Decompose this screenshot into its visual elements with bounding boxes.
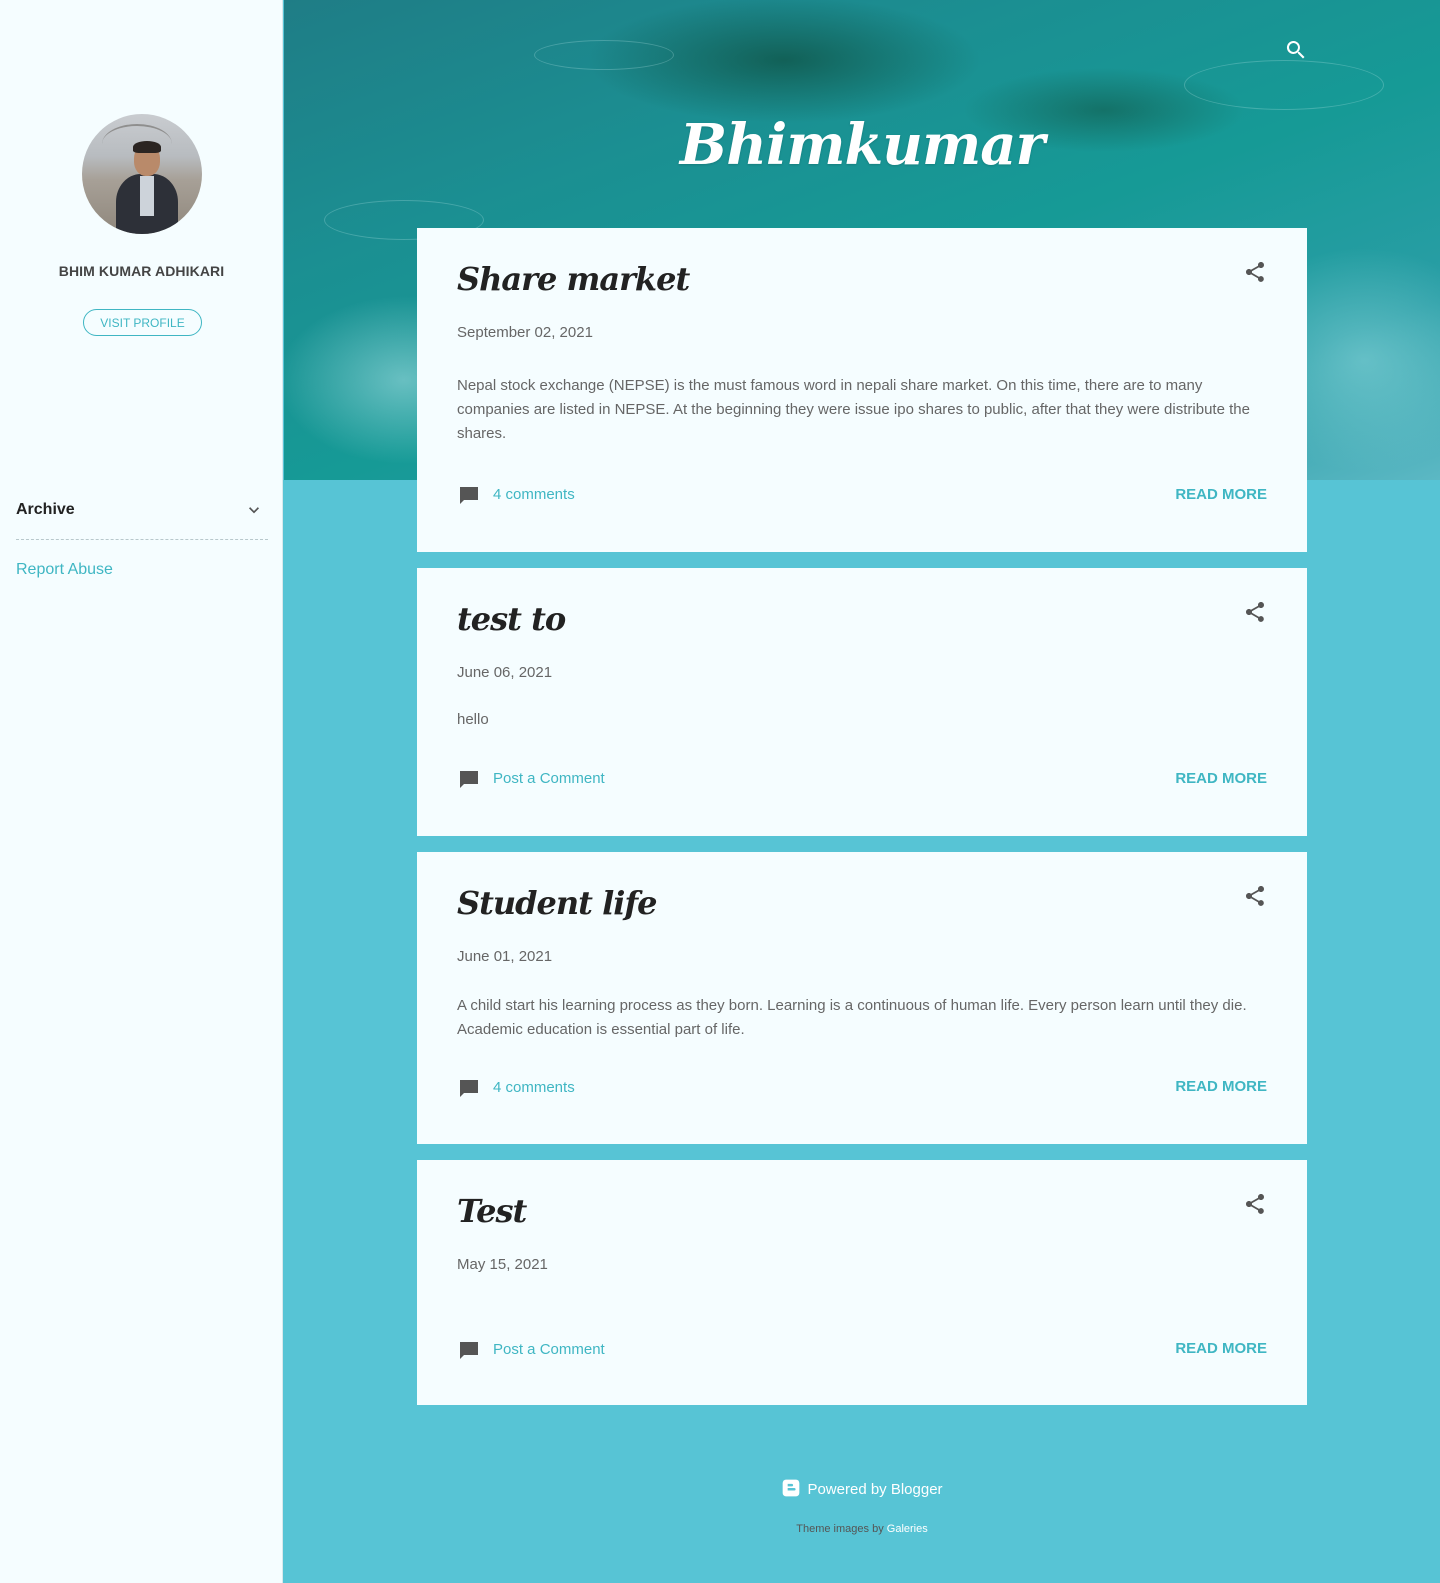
chevron-down-icon[interactable]	[244, 500, 264, 520]
read-more-link[interactable]: READ MORE	[1175, 486, 1267, 503]
post-date: May 15, 2021	[457, 1256, 548, 1273]
report-abuse-link[interactable]: Report Abuse	[16, 561, 113, 579]
sidebar: BHIM KUMAR ADHIKARI VISIT PROFILE Archiv…	[0, 0, 283, 1583]
theme-credit-link[interactable]: Galeries	[887, 1523, 928, 1535]
share-icon[interactable]	[1243, 260, 1267, 284]
archive-widget[interactable]: Archive	[16, 490, 268, 540]
post-date: June 01, 2021	[457, 948, 553, 965]
post-card: Share market September 02, 2021 Nepal st…	[417, 228, 1307, 552]
post-card: Student life June 01, 2021 A child start…	[417, 852, 1307, 1144]
comments-link[interactable]: 4 comments	[493, 486, 575, 503]
comments-link[interactable]: Post a Comment	[493, 770, 605, 787]
read-more-link[interactable]: READ MORE	[1175, 1340, 1267, 1357]
post-date: September 02, 2021	[457, 324, 593, 341]
comment-icon[interactable]	[457, 1338, 481, 1362]
blog-title[interactable]: Bhimkumar	[284, 112, 1440, 178]
post-card: Test May 15, 2021 Post a Comment READ MO…	[417, 1160, 1307, 1405]
theme-credit: Theme images by Galeries	[284, 1523, 1440, 1535]
post-title[interactable]: Student life	[457, 884, 658, 922]
post-date: June 06, 2021	[457, 664, 553, 681]
blogger-icon	[783, 1479, 800, 1497]
visit-profile-button[interactable]: VISIT PROFILE	[83, 309, 202, 336]
read-more-link[interactable]: READ MORE	[1175, 1078, 1267, 1095]
comment-icon[interactable]	[457, 1076, 481, 1100]
comments-link[interactable]: Post a Comment	[493, 1341, 605, 1358]
post-snippet: Nepal stock exchange (NEPSE) is the must…	[457, 377, 1250, 442]
comment-icon[interactable]	[457, 767, 481, 791]
share-icon[interactable]	[1243, 600, 1267, 624]
theme-credit-text: Theme images by	[796, 1523, 884, 1535]
post-title[interactable]: Test	[457, 1192, 527, 1230]
comment-icon[interactable]	[457, 483, 481, 507]
archive-title: Archive	[16, 501, 75, 518]
profile-avatar[interactable]	[82, 114, 202, 234]
post-card: test to June 06, 2021 hello Post a Comme…	[417, 568, 1307, 836]
post-snippet: A child start his learning process as th…	[457, 997, 1247, 1038]
profile-name: BHIM KUMAR ADHIKARI	[58, 263, 225, 279]
powered-by-text: Powered by Blogger	[807, 1481, 943, 1498]
search-icon[interactable]	[1284, 38, 1308, 62]
comments-link[interactable]: 4 comments	[493, 1079, 575, 1096]
post-title[interactable]: Share market	[457, 260, 690, 298]
share-icon[interactable]	[1243, 884, 1267, 908]
read-more-link[interactable]: READ MORE	[1175, 770, 1267, 787]
powered-by-blogger[interactable]: Powered by Blogger	[284, 1478, 1440, 1498]
share-icon[interactable]	[1243, 1192, 1267, 1216]
post-snippet: hello	[457, 711, 489, 728]
post-title[interactable]: test to	[457, 600, 566, 638]
